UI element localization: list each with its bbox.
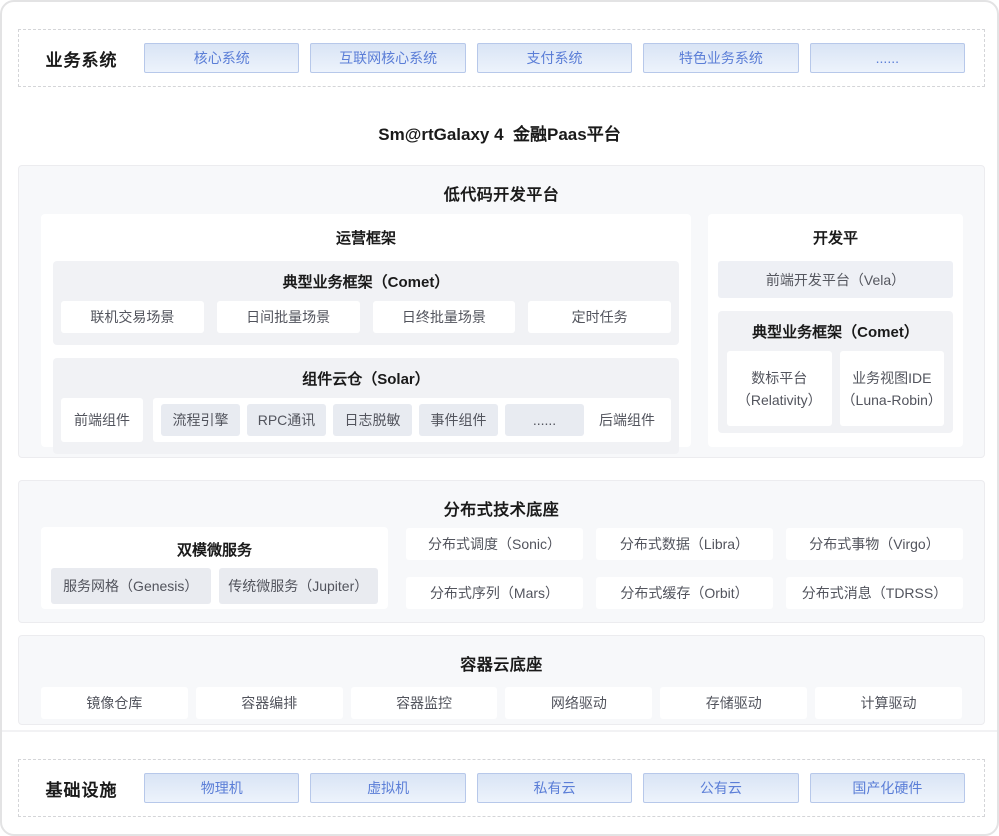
infrastructure-row: 基础设施 物理机 虚拟机 私有云 公有云 国产化硬件 xyxy=(18,759,985,817)
solar-component-row: 前端组件 流程引擎 RPC通讯 日志脱敏 事件组件 ...... 后端组件 xyxy=(61,398,671,442)
distributed-service-card: 分布式序列（Mars） xyxy=(406,577,583,609)
scenario-card: 联机交易场景 xyxy=(61,301,204,333)
dev-platform-title: 开发平 xyxy=(708,214,963,248)
architecture-diagram: 业务系统 核心系统 互联网核心系统 支付系统 特色业务系统 ...... Sm@… xyxy=(0,0,999,836)
backend-component-label: 后端组件 xyxy=(591,410,663,430)
distributed-columns: 双模微服务 服务网格（Genesis） 传统微服务（Jupiter） 分布式调度… xyxy=(41,527,963,609)
business-systems-row: 业务系统 核心系统 互联网核心系统 支付系统 特色业务系统 ...... xyxy=(18,29,985,87)
container-capability-card: 网络驱动 xyxy=(505,687,652,719)
dev-tool-row: 数标平台 （Relativity） 业务视图IDE （Luna-Robin） xyxy=(727,351,944,426)
dev-comet-title: 典型业务框架（Comet） xyxy=(727,311,944,351)
component-chip: 日志脱敏 xyxy=(333,404,412,436)
solar-component-panel: 组件云仓（Solar） 前端组件 流程引擎 RPC通讯 日志脱敏 事件组件 ..… xyxy=(53,358,679,454)
dev-tool-codename: （Relativity） xyxy=(737,389,822,411)
dev-tool-name: 业务视图IDE xyxy=(852,367,931,389)
container-capability-card: 存储驱动 xyxy=(660,687,807,719)
section-divider xyxy=(2,730,997,732)
dev-tool-card: 业务视图IDE （Luna-Robin） xyxy=(840,351,945,426)
infrastructure-button: 私有云 xyxy=(477,773,632,803)
microservice-chip-row: 服务网格（Genesis） 传统微服务（Jupiter） xyxy=(51,568,378,604)
dev-tool-name: 数标平台 xyxy=(751,367,807,389)
distributed-service-card: 分布式缓存（Orbit） xyxy=(596,577,773,609)
container-cloud-section: 容器云底座 镜像仓库 容器编排 容器监控 网络驱动 存储驱动 计算驱动 xyxy=(18,635,985,725)
platform-title: Sm@rtGalaxy 4 金融Paas平台 xyxy=(2,120,997,145)
business-systems-label: 业务系统 xyxy=(19,46,144,71)
infrastructure-label: 基础设施 xyxy=(19,776,144,801)
container-cloud-title: 容器云底座 xyxy=(19,636,984,675)
distributed-service-card: 分布式调度（Sonic） xyxy=(406,528,583,560)
infrastructure-button-row: 物理机 虚拟机 私有云 公有云 国产化硬件 xyxy=(144,773,965,803)
comet-scenario-row: 联机交易场景 日间批量场景 日终批量场景 定时任务 xyxy=(61,301,671,333)
comet-framework-title: 典型业务框架（Comet） xyxy=(61,261,671,301)
infrastructure-button: 公有云 xyxy=(643,773,798,803)
component-chip: 事件组件 xyxy=(419,404,498,436)
scenario-card: 定时任务 xyxy=(528,301,671,333)
dev-platform-panel: 开发平 前端开发平台（Vela） 典型业务框架（Comet） 数标平台 （Rel… xyxy=(708,214,963,447)
operation-framework-title: 运营框架 xyxy=(41,214,691,248)
lowcode-platform-title: 低代码开发平台 xyxy=(19,166,984,205)
distributed-base-section: 分布式技术底座 双模微服务 服务网格（Genesis） 传统微服务（Jupite… xyxy=(18,480,985,623)
lowcode-platform-section: 低代码开发平台 运营框架 典型业务框架（Comet） 联机交易场景 日间批量场景… xyxy=(18,165,985,458)
business-system-button: 互联网核心系统 xyxy=(310,43,465,73)
business-system-button: ...... xyxy=(810,43,965,73)
container-capability-card: 镜像仓库 xyxy=(41,687,188,719)
component-chip-strip: 流程引擎 RPC通讯 日志脱敏 事件组件 ...... 后端组件 xyxy=(153,398,671,442)
distributed-service-card: 分布式事物（Virgo） xyxy=(786,528,963,560)
container-capability-card: 容器监控 xyxy=(351,687,498,719)
comet-framework-panel: 典型业务框架（Comet） 联机交易场景 日间批量场景 日终批量场景 定时任务 xyxy=(53,261,679,345)
lowcode-columns: 运营框架 典型业务框架（Comet） 联机交易场景 日间批量场景 日终批量场景 … xyxy=(41,214,963,447)
business-systems-button-row: 核心系统 互联网核心系统 支付系统 特色业务系统 ...... xyxy=(144,43,965,73)
distributed-service-card: 分布式数据（Libra） xyxy=(596,528,773,560)
vela-frontend-platform-card: 前端开发平台（Vela） xyxy=(718,261,953,298)
business-system-button: 支付系统 xyxy=(477,43,632,73)
container-capability-card: 计算驱动 xyxy=(815,687,962,719)
component-chip: 流程引擎 xyxy=(161,404,240,436)
microservice-chip: 服务网格（Genesis） xyxy=(51,568,211,604)
frontend-component-card: 前端组件 xyxy=(61,398,143,442)
component-chip: RPC通讯 xyxy=(247,404,326,436)
scenario-card: 日终批量场景 xyxy=(373,301,516,333)
solar-component-title: 组件云仓（Solar） xyxy=(61,358,671,398)
container-capability-card: 容器编排 xyxy=(196,687,343,719)
infrastructure-button: 国产化硬件 xyxy=(810,773,965,803)
infrastructure-button: 物理机 xyxy=(144,773,299,803)
component-chip: ...... xyxy=(505,404,584,436)
infrastructure-button: 虚拟机 xyxy=(310,773,465,803)
distributed-service-card: 分布式消息（TDRSS） xyxy=(786,577,963,609)
dev-tool-card: 数标平台 （Relativity） xyxy=(727,351,832,426)
microservice-chip: 传统微服务（Jupiter） xyxy=(219,568,379,604)
distributed-service-grid: 分布式调度（Sonic） 分布式数据（Libra） 分布式事物（Virgo） 分… xyxy=(406,527,963,609)
container-capability-row: 镜像仓库 容器编排 容器监控 网络驱动 存储驱动 计算驱动 xyxy=(41,687,962,719)
dev-tool-codename: （Luna-Robin） xyxy=(842,389,942,411)
operation-framework-panel: 运营框架 典型业务框架（Comet） 联机交易场景 日间批量场景 日终批量场景 … xyxy=(41,214,691,447)
dual-mode-microservice-panel: 双模微服务 服务网格（Genesis） 传统微服务（Jupiter） xyxy=(41,527,388,609)
dev-comet-panel: 典型业务框架（Comet） 数标平台 （Relativity） 业务视图IDE … xyxy=(718,311,953,433)
business-system-button: 特色业务系统 xyxy=(643,43,798,73)
scenario-card: 日间批量场景 xyxy=(217,301,360,333)
business-system-button: 核心系统 xyxy=(144,43,299,73)
dual-mode-title: 双模微服务 xyxy=(41,527,388,560)
distributed-base-title: 分布式技术底座 xyxy=(19,481,984,520)
